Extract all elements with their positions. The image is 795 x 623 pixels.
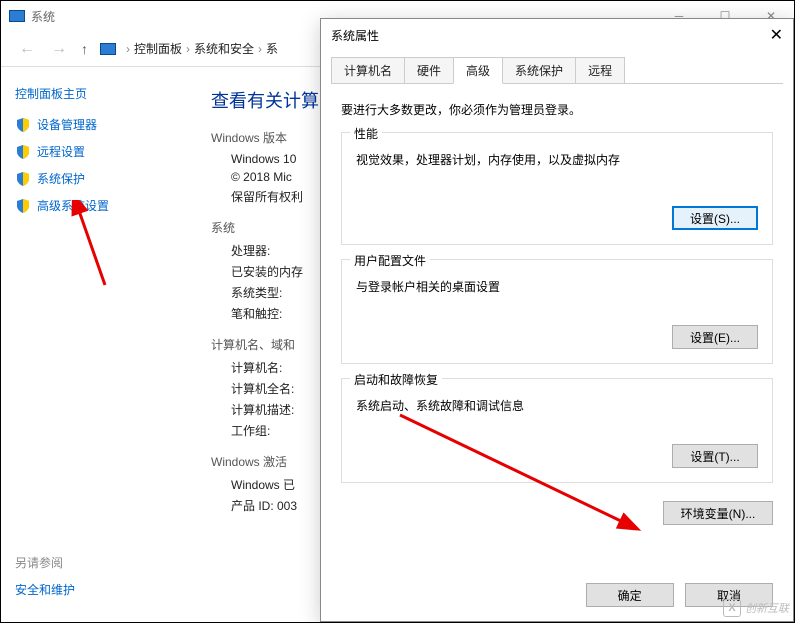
performance-settings-button[interactable]: 设置(S)... (672, 206, 758, 230)
crumb-control-panel[interactable]: 控制面板 (134, 40, 182, 57)
profiles-group: 用户配置文件 与登录帐户相关的桌面设置 设置(E)... (341, 259, 773, 364)
activation-header: Windows 激活 (211, 453, 319, 470)
chevron-right-icon: › (126, 42, 130, 56)
pcdesc-label: 计算机描述: (231, 401, 319, 418)
main-content: 查看有关计算 Windows 版本 Windows 10 © 2018 Mic … (201, 67, 329, 622)
sidebar: 控制面板主页 设备管理器 远程设置 系统保护 高级系统设置 另请参阅 安全和维护 (1, 67, 201, 622)
dialog-titlebar: 系统属性 ✕ (321, 19, 793, 51)
tab-remote[interactable]: 远程 (575, 57, 625, 84)
startup-group: 启动和故障恢复 系统启动、系统故障和调试信息 设置(T)... (341, 378, 773, 483)
shield-icon (15, 144, 31, 160)
sidebar-item-remote[interactable]: 远程设置 (15, 143, 187, 160)
sidebar-item-device-manager[interactable]: 设备管理器 (15, 116, 187, 133)
crumb-security[interactable]: 系统和安全 (194, 40, 254, 57)
shield-icon (15, 198, 31, 214)
sidebar-item-label: 远程设置 (37, 143, 85, 160)
edition-header: Windows 版本 (211, 129, 319, 146)
back-button[interactable]: ← (19, 40, 35, 58)
performance-desc: 视觉效果，处理器计划，内存使用，以及虚拟内存 (356, 151, 758, 168)
dialog-title: 系统属性 (331, 27, 379, 44)
system-properties-dialog: 系统属性 ✕ 计算机名 硬件 高级 系统保护 远程 要进行大多数更改，你必须作为… (320, 18, 794, 622)
ram-label: 已安装的内存 (231, 263, 319, 280)
tab-computer-name[interactable]: 计算机名 (331, 57, 405, 84)
shield-icon (15, 117, 31, 133)
product-id: 产品 ID: 003 (231, 497, 319, 514)
see-also: 另请参阅 安全和维护 (15, 554, 187, 598)
performance-legend: 性能 (350, 125, 382, 142)
activation-line: Windows 已 (231, 476, 319, 493)
see-also-link[interactable]: 安全和维护 (15, 583, 75, 597)
profiles-settings-button[interactable]: 设置(E)... (672, 325, 758, 349)
pcname-label: 计算机名: (231, 359, 319, 376)
page-heading: 查看有关计算 (211, 87, 319, 113)
dialog-tabs: 计算机名 硬件 高级 系统保护 远程 (321, 51, 793, 84)
chevron-right-icon: › (258, 42, 262, 56)
startup-settings-button[interactable]: 设置(T)... (672, 444, 758, 468)
bg-title: 系统 (31, 8, 55, 25)
cpu-label: 处理器: (231, 242, 319, 259)
control-panel-icon (100, 43, 116, 55)
pcfull-label: 计算机全名: (231, 380, 319, 397)
startup-legend: 启动和故障恢复 (350, 371, 442, 388)
sidebar-item-advanced[interactable]: 高级系统设置 (15, 197, 187, 214)
startup-desc: 系统启动、系统故障和调试信息 (356, 397, 758, 414)
domain-header: 计算机名、域和 (211, 336, 319, 353)
crumb-system[interactable]: 系 (266, 40, 278, 57)
performance-group: 性能 视觉效果，处理器计划，内存使用，以及虚拟内存 设置(S)... (341, 132, 773, 245)
ok-button[interactable]: 确定 (586, 583, 674, 607)
watermark-icon: X (723, 599, 741, 617)
up-button[interactable]: ↑ (81, 41, 88, 57)
dialog-content: 要进行大多数更改，你必须作为管理员登录。 性能 视觉效果，处理器计划，内存使用，… (321, 85, 793, 551)
shield-icon (15, 171, 31, 187)
system-header: 系统 (211, 219, 319, 236)
sidebar-item-label: 高级系统设置 (37, 197, 109, 214)
sidebar-home-link[interactable]: 控制面板主页 (15, 85, 187, 102)
watermark-text: 创新互联 (745, 600, 789, 616)
tab-advanced[interactable]: 高级 (453, 57, 503, 84)
pen-label: 笔和触控: (231, 305, 319, 322)
tab-hardware[interactable]: 硬件 (404, 57, 454, 84)
edition-value: Windows 10 (231, 152, 319, 166)
intro-text: 要进行大多数更改，你必须作为管理员登录。 (341, 101, 773, 118)
tab-protection[interactable]: 系统保护 (502, 57, 576, 84)
system-icon (9, 10, 25, 22)
workgroup-label: 工作组: (231, 422, 319, 439)
sidebar-item-label: 系统保护 (37, 170, 85, 187)
copyright: © 2018 Mic (231, 170, 319, 184)
see-also-header: 另请参阅 (15, 554, 187, 571)
forward-button[interactable]: → (51, 40, 67, 58)
chevron-right-icon: › (186, 42, 190, 56)
rights: 保留所有权利 (231, 188, 319, 205)
systype-label: 系统类型: (231, 284, 319, 301)
sidebar-item-protection[interactable]: 系统保护 (15, 170, 187, 187)
environment-variables-button[interactable]: 环境变量(N)... (663, 501, 773, 525)
profiles-legend: 用户配置文件 (350, 252, 430, 269)
watermark: X 创新互联 (723, 599, 789, 617)
profiles-desc: 与登录帐户相关的桌面设置 (356, 278, 758, 295)
sidebar-item-label: 设备管理器 (37, 116, 97, 133)
dialog-close-button[interactable]: ✕ (770, 25, 783, 45)
